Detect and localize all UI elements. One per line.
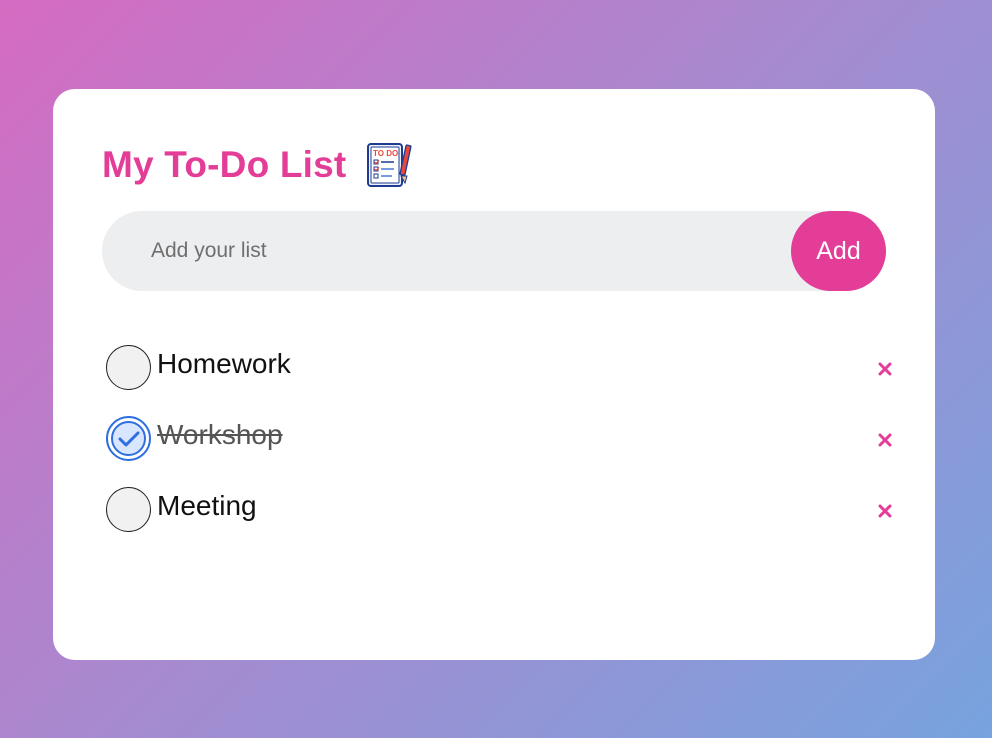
add-button[interactable]: Add xyxy=(791,211,886,291)
add-task-row: Add xyxy=(102,211,886,291)
task-input[interactable] xyxy=(102,211,782,291)
task-label: Homework xyxy=(157,347,291,379)
unchecked-circle-icon[interactable] xyxy=(106,487,151,532)
task-label: Workshop xyxy=(157,418,283,450)
list-item[interactable]: Workshop xyxy=(106,403,892,474)
page-title: My To-Do List xyxy=(102,144,347,185)
list-item[interactable]: Meeting xyxy=(106,474,892,545)
svg-text:TO DO: TO DO xyxy=(373,149,398,158)
close-icon[interactable] xyxy=(870,496,900,526)
list-item[interactable]: Homework xyxy=(106,332,892,403)
checked-circle-icon[interactable] xyxy=(106,416,151,461)
close-icon[interactable] xyxy=(870,354,900,384)
todo-notepad-icon: TO DO xyxy=(366,141,412,189)
task-label: Meeting xyxy=(157,489,257,521)
header: My To-Do List TO DO xyxy=(102,141,412,189)
close-icon[interactable] xyxy=(870,425,900,455)
todo-card: My To-Do List TO DO Add HomeworkWorksh xyxy=(53,89,935,660)
unchecked-circle-icon[interactable] xyxy=(106,345,151,390)
task-list: Homework Workshop Meeting xyxy=(106,332,892,545)
